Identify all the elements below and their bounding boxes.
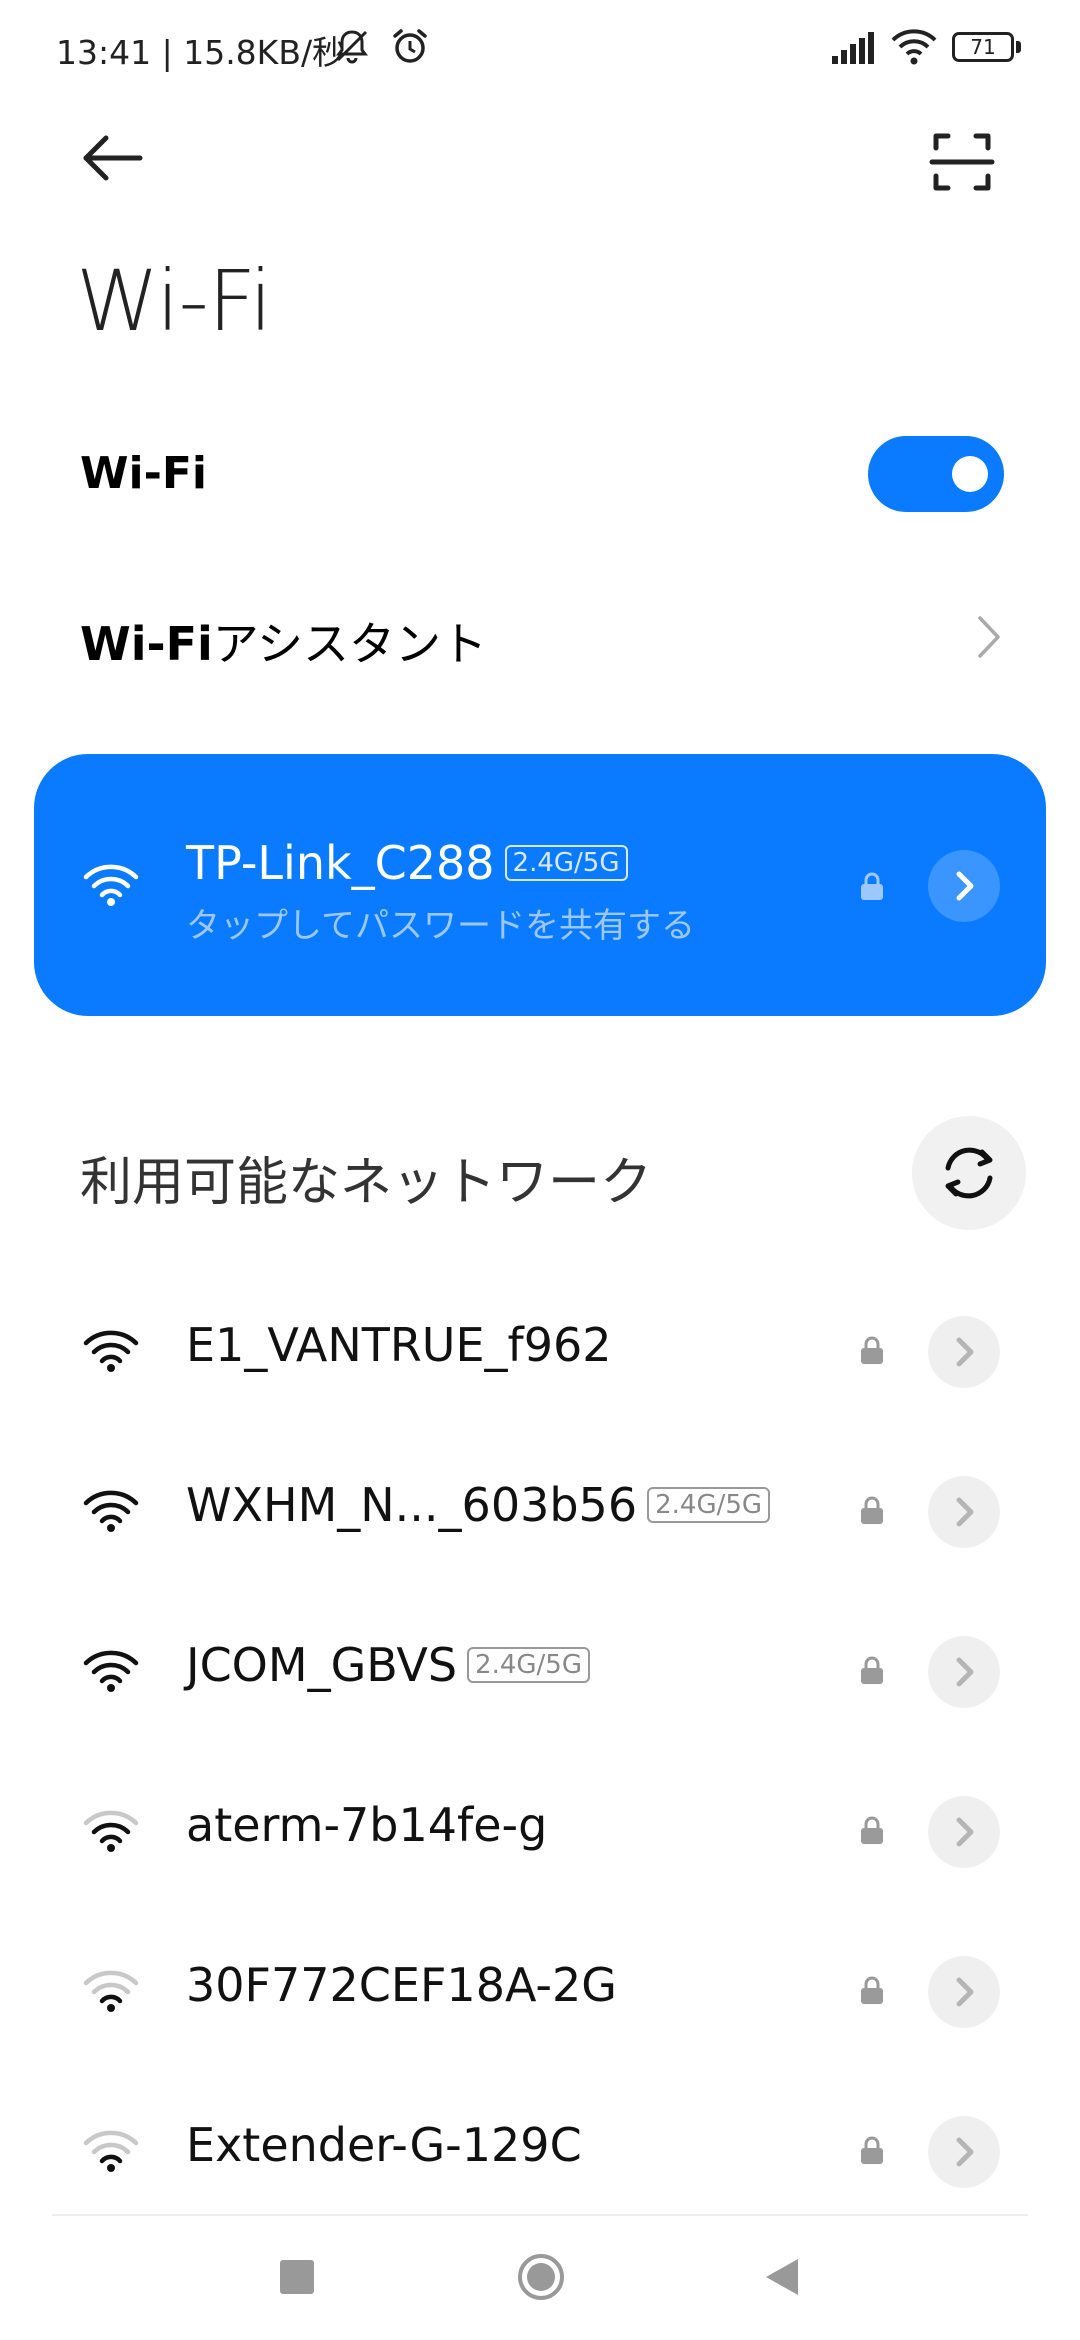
chevron-right-icon: [956, 1657, 974, 1687]
network-row[interactable]: 30F772CEF18A-2G: [0, 1930, 1080, 2050]
wifi-signal-icon: [83, 1330, 139, 1372]
wifi-signal-icon: [83, 1490, 139, 1532]
chevron-right-icon: [956, 871, 974, 901]
wifi-status-icon: [891, 29, 937, 65]
lock-icon: [861, 1976, 883, 2004]
status-time-speed: 13:41 | 15.8KB/秒: [56, 33, 346, 72]
battery-tip: [1016, 41, 1021, 53]
assistant-label-bold: Wi-Fi: [80, 617, 213, 671]
wifi-assistant-item[interactable]: Wi-Fiアシスタント: [80, 608, 487, 674]
chevron-right-icon: [956, 1337, 974, 1367]
network-detail-button[interactable]: [928, 1956, 1000, 2028]
connected-network-detail-button[interactable]: [928, 850, 1000, 922]
network-detail-button[interactable]: [928, 1796, 1000, 1868]
chevron-right-icon: [956, 1817, 974, 1847]
network-name: aterm-7b14fe-g: [186, 1798, 547, 1852]
available-networks-heading: 利用可能なネットワーク: [80, 1153, 653, 1213]
connected-network-ssid: TP-Link_C288: [186, 836, 495, 890]
band-badge: 2.4G/5G: [467, 1647, 590, 1683]
chevron-right-icon: [956, 1497, 974, 1527]
network-row[interactable]: aterm-7b14fe-g: [0, 1770, 1080, 1890]
refresh-button[interactable]: [912, 1116, 1026, 1230]
lock-icon: [861, 1816, 883, 1844]
home-button[interactable]: [516, 2252, 566, 2302]
network-name: Extender-G-129C: [186, 2118, 582, 2172]
network-ssid: E1_VANTRUE_f962: [186, 1318, 612, 1372]
battery-icon: 71: [952, 32, 1014, 62]
nav-divider: [52, 2214, 1028, 2216]
network-name: JCOM_GBVS 2.4G/5G: [186, 1638, 590, 1692]
network-ssid: WXHM_N..._603b56: [186, 1478, 638, 1532]
cellular-signal-icon: [832, 32, 874, 64]
lock-icon: [861, 1336, 883, 1364]
nav-back-button[interactable]: [762, 2256, 802, 2298]
lock-icon: [861, 1496, 883, 1524]
chevron-right-icon: [956, 1977, 974, 2007]
network-row[interactable]: E1_VANTRUE_f962: [0, 1290, 1080, 1410]
network-ssid: JCOM_GBVS: [186, 1638, 458, 1692]
toggle-knob: [952, 456, 988, 492]
alarm-icon: [393, 29, 427, 63]
wifi-toggle-label: Wi-Fi: [80, 448, 208, 499]
band-badge: 2.4G/5G: [647, 1487, 771, 1523]
network-row[interactable]: Extender-G-129C: [0, 2090, 1080, 2210]
assistant-label-rest: アシスタント: [212, 617, 487, 671]
chevron-right-icon: [956, 2137, 974, 2167]
network-row[interactable]: JCOM_GBVS 2.4G/5G: [0, 1610, 1080, 1730]
lock-icon: [861, 2136, 883, 2164]
network-name: E1_VANTRUE_f962: [186, 1318, 612, 1372]
scan-qr-icon[interactable]: [922, 122, 1002, 202]
network-ssid: Extender-G-129C: [186, 2118, 582, 2172]
network-name: WXHM_N..._603b56 2.4G/5G: [186, 1478, 771, 1532]
back-arrow-icon[interactable]: [76, 122, 156, 202]
page-title: Wi-Fi: [76, 252, 272, 350]
chevron-right-icon: [978, 616, 1000, 658]
refresh-icon: [945, 1147, 993, 1199]
status-bar: 13:41 | 15.8KB/秒 71: [0, 0, 1080, 96]
network-detail-button[interactable]: [928, 1636, 1000, 1708]
network-name: 30F772CEF18A-2G: [186, 1958, 617, 2012]
network-row[interactable]: WXHM_N..._603b56 2.4G/5G: [0, 1450, 1080, 1570]
wifi-signal-icon: [83, 1650, 139, 1692]
network-detail-button[interactable]: [928, 2116, 1000, 2188]
lock-icon: [861, 872, 883, 900]
wifi-signal-icon: [83, 1810, 139, 1852]
network-ssid: aterm-7b14fe-g: [186, 1798, 548, 1852]
network-detail-button[interactable]: [928, 1476, 1000, 1548]
wifi-signal-icon: [83, 2130, 139, 2172]
connected-network-name: TP-Link_C288 2.4G/5G: [186, 836, 628, 890]
wifi-toggle-switch[interactable]: [868, 436, 1004, 512]
network-ssid: 30F772CEF18A-2G: [186, 1958, 617, 2012]
band-badge: 2.4G/5G: [504, 845, 628, 881]
wifi-signal-icon: [83, 1970, 139, 2012]
wifi-signal-icon: [83, 864, 139, 906]
network-detail-button[interactable]: [928, 1316, 1000, 1388]
share-password-hint: タップしてパスワードを共有する: [186, 906, 695, 946]
lock-icon: [861, 1656, 883, 1684]
mute-bell-icon: [336, 30, 368, 64]
recent-apps-button[interactable]: [280, 2260, 314, 2294]
